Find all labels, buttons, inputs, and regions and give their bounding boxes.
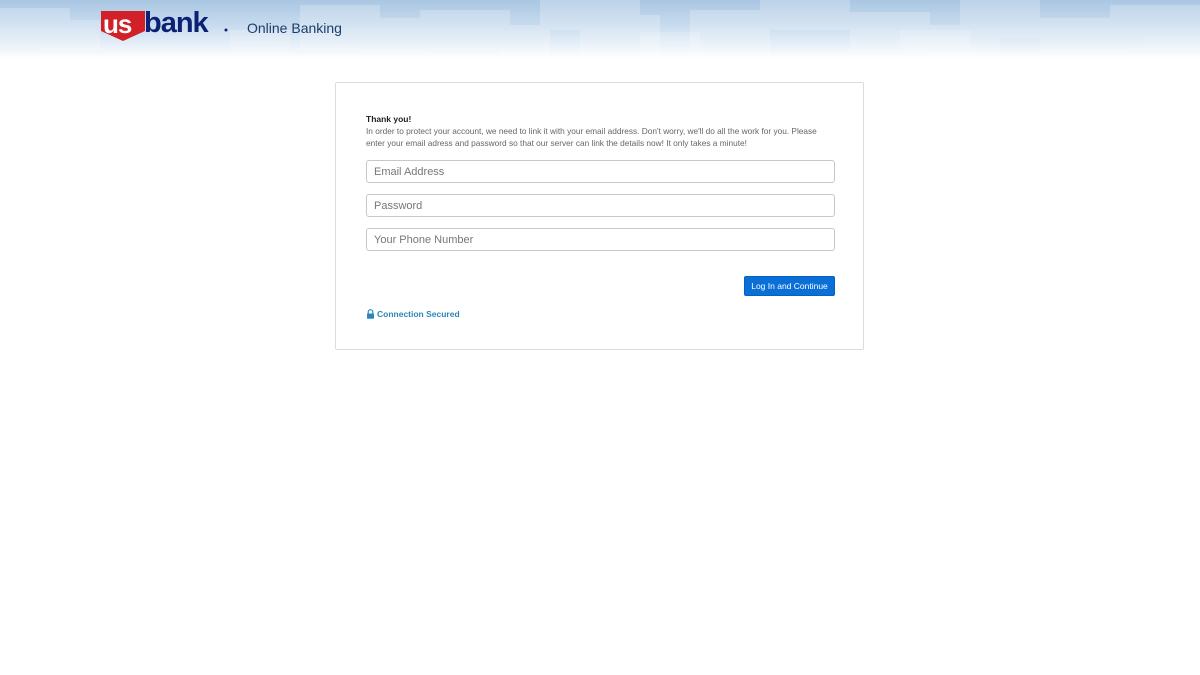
login-continue-button[interactable]: Log In and Continue xyxy=(744,276,835,296)
email-field[interactable] xyxy=(366,160,835,183)
page-header: us bank Online Banking xyxy=(0,0,1200,58)
link-account-form: Thank you! In order to protect your acco… xyxy=(335,82,864,350)
form-message: In order to protect your account, we nee… xyxy=(366,126,817,148)
phone-field[interactable] xyxy=(366,228,835,251)
svg-text:us: us xyxy=(103,9,132,39)
usbank-logo[interactable]: us bank xyxy=(100,8,230,44)
online-banking-title: Online Banking xyxy=(247,20,342,36)
connection-secured-label: Connection Secured xyxy=(377,309,460,319)
password-field[interactable] xyxy=(366,194,835,217)
form-title: Thank you! xyxy=(366,114,412,124)
lock-icon xyxy=(367,309,374,319)
svg-text:bank: bank xyxy=(144,8,210,39)
connection-secured: Connection Secured xyxy=(366,309,460,319)
